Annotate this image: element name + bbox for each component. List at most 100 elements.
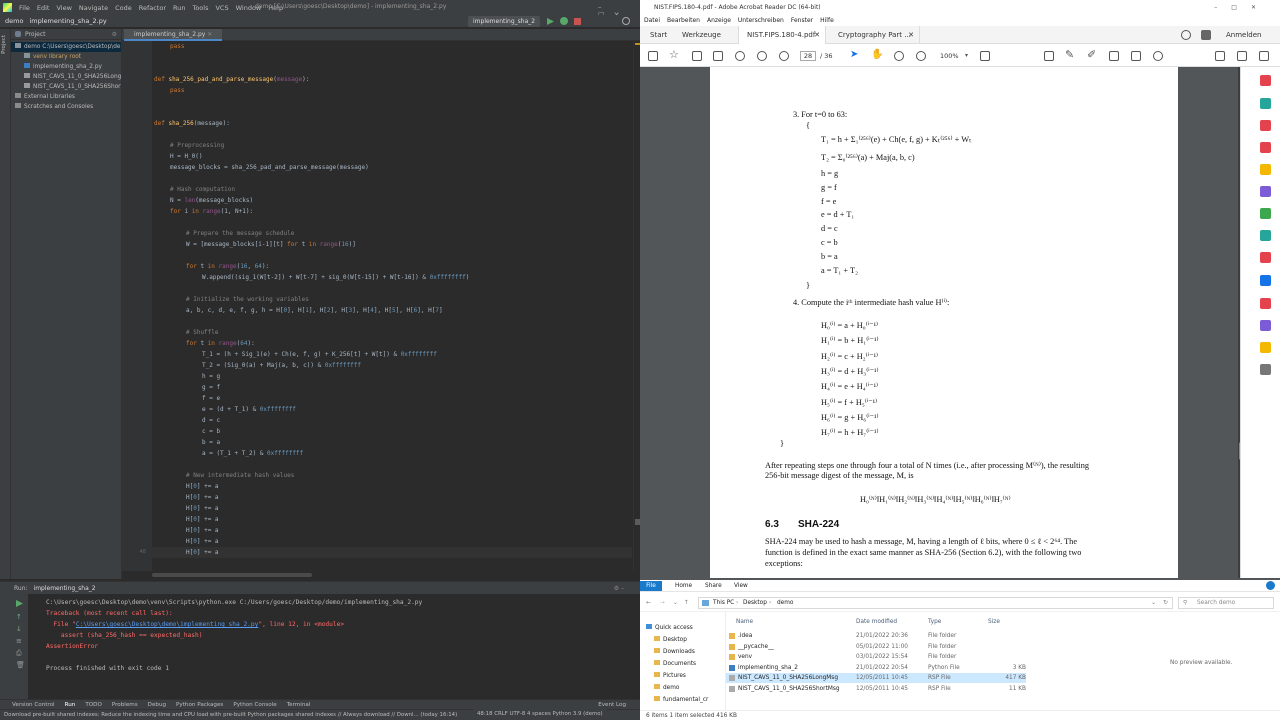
- up-arrow-icon[interactable]: ↑: [16, 613, 22, 621]
- notification-icon[interactable]: [1201, 30, 1211, 40]
- run-output[interactable]: C:\Users\goesc\Desktop\demo\venv\Scripts…: [46, 597, 422, 674]
- acrobat-menu-fenster[interactable]: Fenster: [791, 17, 813, 24]
- file-row[interactable]: implementing_sha_2 21/01/2022 20:54 Python…: [726, 663, 1026, 673]
- tree-item[interactable]: demo C:\Users\goesc\Desktop\demo: [11, 42, 121, 52]
- nav-item[interactable]: Documents: [654, 659, 696, 669]
- trash-icon[interactable]: 🗑: [16, 661, 25, 669]
- hand-tool-icon[interactable]: ✋: [871, 49, 883, 60]
- acrobat-menu-unterschreiben[interactable]: Unterschreiben: [738, 17, 784, 24]
- page-up-icon[interactable]: [757, 51, 767, 61]
- zoom-level[interactable]: 100%: [940, 52, 959, 60]
- zoom-search-icon[interactable]: [735, 51, 745, 61]
- address-bar[interactable]: This PC › Desktop › demo ⌄ ↻: [698, 597, 1173, 609]
- menu-item-run[interactable]: Run: [173, 4, 185, 12]
- acrobat-window-controls[interactable]: –□✕: [1214, 4, 1270, 11]
- tree-item[interactable]: Scratches and Consoles: [11, 102, 121, 112]
- create-pdf-icon[interactable]: [1260, 98, 1271, 109]
- tool-tab-terminal[interactable]: Terminal: [287, 702, 311, 708]
- explorer-search[interactable]: ⚲ Search demo: [1178, 597, 1274, 609]
- tab-cryptography[interactable]: Cryptography Part ... ✕: [830, 26, 920, 44]
- status-message[interactable]: Download pre-built shared indexes: Reduc…: [4, 712, 457, 718]
- request-signature-icon[interactable]: [1260, 320, 1271, 331]
- protect-icon[interactable]: [1260, 275, 1271, 286]
- file-row[interactable]: NIST_CAVS_11_0_SHA256LongMsg 12/05/2011 1…: [726, 673, 1026, 683]
- page-down-icon[interactable]: [779, 51, 789, 61]
- zoom-in-icon[interactable]: [916, 51, 926, 61]
- comment-tool-icon[interactable]: [1260, 164, 1271, 175]
- bookmark-star-icon[interactable]: ☆: [669, 48, 679, 61]
- file-row[interactable]: venv 03/01/2022 15:54 File folder: [726, 652, 1026, 662]
- more-tools-icon[interactable]: [1259, 51, 1269, 61]
- tab-pdf-document[interactable]: NIST.FIPS.180-4.pdf ✕: [738, 26, 826, 44]
- tree-item[interactable]: NIST_CAVS_11_0_SHA256LongMsg.rsp: [11, 72, 121, 82]
- project-panel-title[interactable]: Project: [25, 31, 46, 38]
- print-icon[interactable]: ⎙: [16, 649, 22, 658]
- breadcrumb-file[interactable]: implementing_sha_2.py: [29, 17, 106, 25]
- acrobat-menu-hilfe[interactable]: Hilfe: [820, 17, 834, 24]
- ribbon-view[interactable]: View: [734, 581, 748, 591]
- sign-icon[interactable]: [1215, 51, 1225, 61]
- nav-item[interactable]: Desktop: [654, 635, 687, 645]
- acrobat-menu-datei[interactable]: Datei: [644, 17, 660, 24]
- menu-item-vcs[interactable]: VCS: [215, 4, 228, 12]
- run-tab[interactable]: implementing_sha_2: [34, 585, 96, 592]
- tool-tab-run[interactable]: Run: [65, 702, 76, 708]
- menu-item-view[interactable]: View: [56, 4, 71, 12]
- more-icon[interactable]: [1260, 342, 1271, 353]
- menu-item-file[interactable]: File: [19, 4, 30, 12]
- up-arrow-icon[interactable]: ↑: [684, 598, 689, 608]
- address-pc[interactable]: This PC: [713, 598, 734, 608]
- recent-dropdown-icon[interactable]: ⌄: [673, 598, 678, 608]
- zoom-dropdown-icon[interactable]: ▾: [965, 52, 968, 59]
- export-pdf-icon[interactable]: [1260, 75, 1271, 86]
- combine-files-icon[interactable]: [1260, 142, 1271, 153]
- page-number-input[interactable]: 28: [800, 51, 816, 61]
- save-icon[interactable]: [648, 51, 658, 61]
- down-arrow-icon[interactable]: ↓: [16, 625, 22, 633]
- stop-icon[interactable]: [574, 18, 581, 25]
- fit-page-icon[interactable]: [980, 51, 990, 61]
- run-button[interactable]: [547, 18, 554, 27]
- rerun-icon[interactable]: [16, 600, 23, 609]
- pen-icon[interactable]: ✎: [1065, 48, 1074, 61]
- col-size[interactable]: Size: [988, 617, 1000, 627]
- editor-hscroll[interactable]: [122, 571, 640, 579]
- breadcrumb-project[interactable]: demo: [5, 17, 23, 25]
- delete-icon[interactable]: [1131, 51, 1141, 61]
- menu-item-code[interactable]: Code: [115, 4, 132, 12]
- traceback-file-link[interactable]: C:\Users\goesc\Desktop\demo\implementing…: [76, 621, 259, 628]
- organize-pages-icon[interactable]: [1260, 208, 1271, 219]
- address-demo[interactable]: demo: [777, 598, 793, 608]
- tree-item[interactable]: implementing_sha_2.py: [11, 62, 121, 72]
- tool-tab-debug[interactable]: Debug: [148, 702, 166, 708]
- chevron-down-icon[interactable]: ⌄: [1151, 598, 1156, 608]
- nav-item[interactable]: Quick access: [646, 623, 693, 633]
- pdf-viewport[interactable]: 3. For t=0 to 63: { T₁ = h + Σ₁⁽²⁵⁶⁾(e) …: [640, 67, 1240, 578]
- fill-sign-icon[interactable]: [1260, 186, 1271, 197]
- file-row[interactable]: __pycache__ 05/01/2022 11:00 File folder: [726, 642, 1026, 652]
- help-icon[interactable]: [1181, 30, 1191, 40]
- help-icon[interactable]: [1266, 581, 1275, 590]
- mail-icon[interactable]: [1237, 51, 1247, 61]
- ribbon-file[interactable]: File: [640, 581, 662, 591]
- nav-item[interactable]: Pictures: [654, 671, 686, 681]
- code-editor[interactable]: pass def sha_256_pad_and_parse_message(me…: [152, 41, 632, 571]
- menu-item-tools[interactable]: Tools: [192, 4, 208, 12]
- close-icon[interactable]: ✕: [814, 26, 820, 44]
- tab-start[interactable]: Start: [642, 26, 675, 44]
- nav-item[interactable]: Downloads: [654, 647, 695, 657]
- status-right[interactable]: 48:18 CRLF UTF-8 4 spaces Python 3.9 (de…: [473, 709, 607, 720]
- comment-icon[interactable]: [1044, 51, 1054, 61]
- wrap-icon[interactable]: ≡: [16, 637, 22, 645]
- tree-item[interactable]: External Libraries: [11, 92, 121, 102]
- col-date[interactable]: Date modified: [856, 617, 897, 627]
- print-icon[interactable]: [713, 51, 723, 61]
- zoom-out-icon[interactable]: [894, 51, 904, 61]
- editor-scrollbar[interactable]: [633, 41, 640, 571]
- redact-icon[interactable]: [1260, 298, 1271, 309]
- address-desktop[interactable]: Desktop: [743, 598, 767, 608]
- rotate-icon[interactable]: [1153, 51, 1163, 61]
- signin-button[interactable]: Anmelden: [1226, 26, 1261, 44]
- editor-tab-active[interactable]: implementing_sha_2.py ✕: [124, 29, 223, 41]
- stamp-icon[interactable]: [1109, 51, 1119, 61]
